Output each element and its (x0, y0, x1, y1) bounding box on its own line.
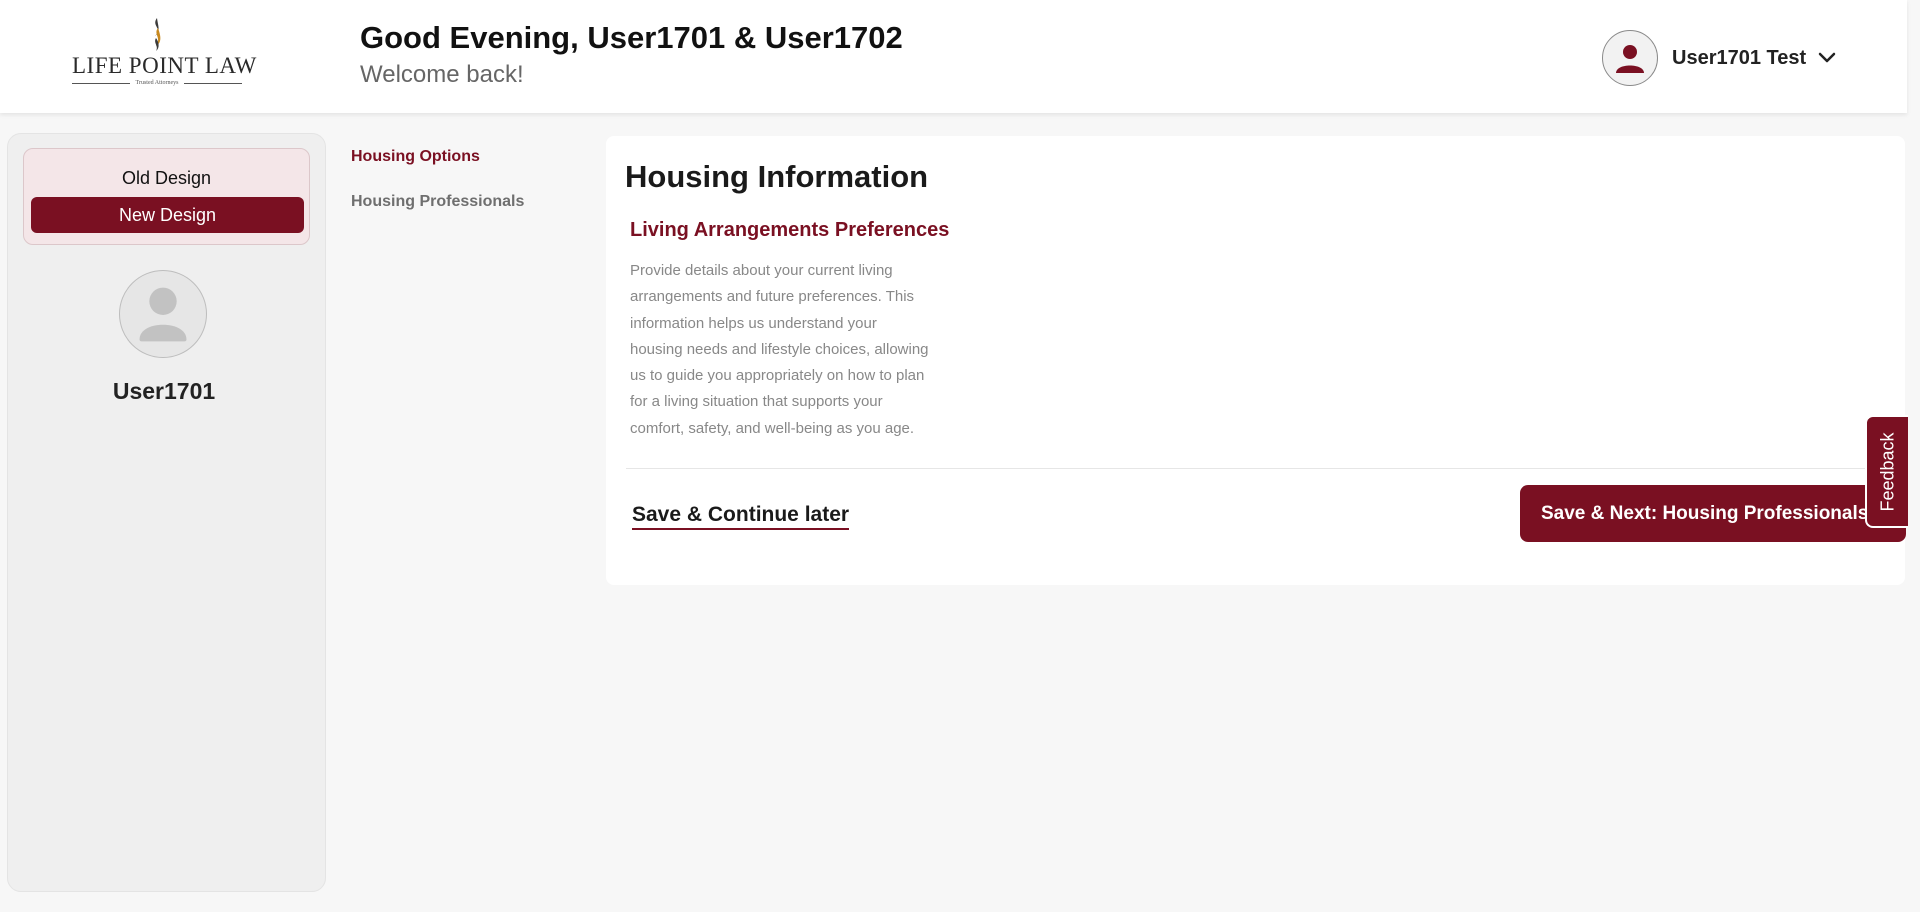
old-design-option[interactable]: Old Design (24, 163, 309, 193)
sidebar-panel: Old Design New Design User1701 (7, 133, 326, 892)
flame-logo-icon (155, 18, 161, 51)
design-toggle: Old Design New Design (23, 148, 310, 245)
save-next-button[interactable]: Save & Next: Housing Professionals (1520, 485, 1906, 542)
user-menu[interactable]: User1701 Test (1602, 30, 1836, 86)
welcome-subtitle: Welcome back! (360, 61, 524, 88)
feedback-label: Feedback (1877, 431, 1897, 512)
person-silhouette-icon (139, 287, 187, 342)
housing-information-card: Housing Information Living Arrangements … (606, 136, 1906, 585)
subnav-item-housing-options[interactable]: Housing Options (351, 148, 480, 166)
profile-avatar (119, 270, 207, 358)
greeting-title: Good Evening, User1701 & User1702 (360, 20, 903, 55)
page-title: Housing Information (625, 159, 929, 194)
new-design-option[interactable]: New Design (31, 197, 304, 233)
logo-tagline: Trusted Attorneys (72, 79, 242, 87)
chevron-down-icon[interactable] (1818, 52, 1836, 64)
top-header: LIFE POINT LAW Trusted Attorneys Good Ev… (0, 0, 1907, 113)
divider (626, 468, 1886, 469)
subnav-item-housing-professionals[interactable]: Housing Professionals (351, 193, 524, 211)
section-title: Living Arrangements Preferences (630, 219, 950, 241)
user-avatar-icon[interactable] (1602, 30, 1658, 86)
profile-name: User1701 (112, 378, 216, 404)
section-description: Provide details about your current livin… (630, 262, 929, 437)
user-menu-name[interactable]: User1701 Test (1672, 47, 1806, 70)
feedback-tab[interactable]: Feedback (1865, 415, 1908, 528)
logo-name: LIFE POINT LAW (72, 53, 257, 78)
save-continue-later-link[interactable]: Save & Continue later (632, 503, 850, 530)
life-point-law-logo[interactable]: LIFE POINT LAW Trusted Attorneys (72, 16, 257, 92)
